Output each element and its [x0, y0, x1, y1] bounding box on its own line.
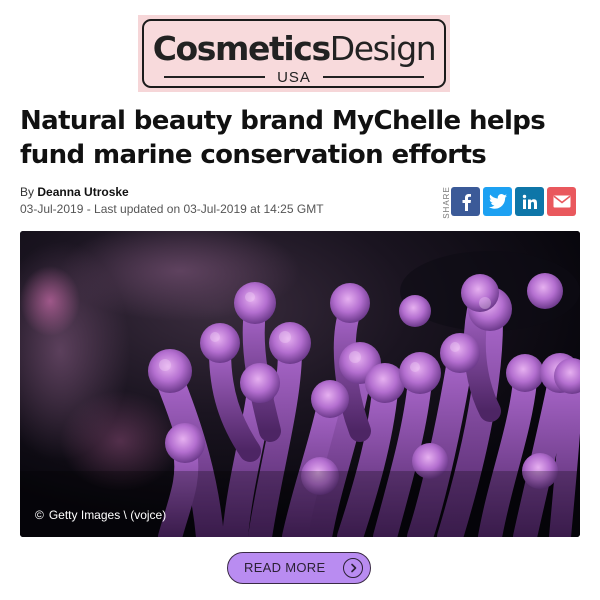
twitter-icon [488, 194, 507, 209]
hero-caption: © Getty Images \ (vojce) [35, 507, 166, 523]
logo-rule-right [322, 76, 424, 78]
facebook-icon [462, 193, 471, 211]
chevron-right-icon [343, 558, 363, 578]
linkedin-icon [522, 194, 537, 209]
read-more-label: READ MORE [244, 560, 326, 575]
hero-image [20, 231, 580, 537]
copyright-icon: © [35, 508, 44, 522]
share-label-text: SHARE [441, 185, 451, 219]
coral-photo [20, 231, 580, 537]
site-logo[interactable]: CosmeticsDesign USA [138, 15, 450, 92]
share-twitter-button[interactable] [483, 187, 512, 216]
hero-caption-text: Getty Images \ (vojce) [48, 508, 167, 522]
logo-rule-left [164, 76, 266, 78]
logo-wordmark: CosmeticsDesign [144, 31, 444, 67]
byline-prefix: By [20, 185, 35, 199]
share-linkedin-button[interactable] [515, 187, 544, 216]
logo-region-row: USA [164, 67, 424, 87]
article-dateline: 03-Jul-2019 - Last updated on 03-Jul-201… [20, 202, 324, 216]
logo-word-design: Design [329, 29, 437, 68]
read-more-button[interactable]: READ MORE [227, 552, 371, 584]
share-facebook-button[interactable] [451, 187, 480, 216]
logo-region: USA [277, 68, 311, 86]
logo-word-cosmetics: Cosmetics [152, 29, 331, 68]
email-icon [553, 195, 570, 208]
logo-frame: CosmeticsDesign USA [142, 19, 446, 88]
author-link[interactable]: Deanna Utroske [37, 185, 128, 199]
share-email-button[interactable] [547, 187, 576, 216]
article-byline: By Deanna Utroske [20, 184, 129, 201]
article-headline: Natural beauty brand MyChelle helps fund… [20, 106, 546, 170]
